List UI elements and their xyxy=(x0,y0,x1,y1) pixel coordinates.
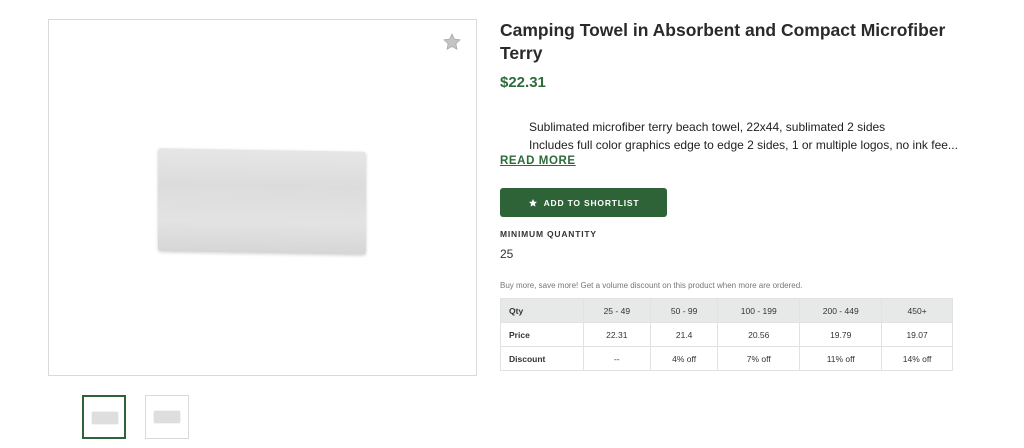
favorite-star-icon[interactable] xyxy=(442,32,462,52)
table-cell: 14% off xyxy=(881,346,953,371)
table-cell: 19.07 xyxy=(881,322,953,347)
table-cell: 21.4 xyxy=(649,322,719,347)
table-cell: 4% off xyxy=(649,346,719,371)
minimum-quantity-value: 25 xyxy=(500,247,514,261)
thumbnail-1-image xyxy=(92,412,118,424)
thumbnail-1[interactable] xyxy=(82,395,126,439)
table-header-cell: 450+ xyxy=(881,298,953,323)
star-icon xyxy=(528,198,537,207)
table-cell: 22.31 xyxy=(582,322,651,347)
table-cell: 7% off xyxy=(717,346,801,371)
product-title: Camping Towel in Absorbent and Compact M… xyxy=(500,20,946,63)
table-cell: 19.79 xyxy=(799,322,883,347)
towel-product-photo xyxy=(158,148,366,255)
thumbnail-2-image xyxy=(154,411,180,423)
table-header-cell: 100 - 199 xyxy=(717,298,801,323)
table-header-cell: 200 - 449 xyxy=(799,298,883,323)
table-cell: 20.56 xyxy=(717,322,801,347)
add-to-shortlist-button[interactable]: ADD TO SHORTLIST xyxy=(500,188,667,217)
thumbnail-2[interactable] xyxy=(145,395,189,439)
product-main-image xyxy=(48,19,477,376)
table-row: Discount -- 4% off 7% off 11% off 14% of… xyxy=(500,346,953,371)
table-cell: 11% off xyxy=(799,346,883,371)
table-header-cell: Qty xyxy=(500,298,584,323)
volume-discount-note: Buy more, save more! Get a volume discou… xyxy=(500,281,803,290)
product-price: $22.31 xyxy=(500,74,546,91)
shortlist-button-label: ADD TO SHORTLIST xyxy=(543,197,640,208)
table-cell: Discount xyxy=(500,346,584,371)
read-more-link[interactable]: READ MORE xyxy=(500,155,576,167)
volume-pricing-table: Qty 25 - 49 50 - 99 100 - 199 200 - 449 … xyxy=(500,298,953,371)
table-header-cell: 50 - 99 xyxy=(649,298,719,323)
minimum-quantity-label: MINIMUM QUANTITY xyxy=(500,229,597,239)
table-row: Price 22.31 21.4 20.56 19.79 19.07 xyxy=(500,322,953,347)
bullet-item: Sublimated microfiber terry beach towel,… xyxy=(529,119,999,137)
product-bullets: Sublimated microfiber terry beach towel,… xyxy=(500,119,999,154)
table-header-row: Qty 25 - 49 50 - 99 100 - 199 200 - 449 … xyxy=(500,298,953,323)
bullet-item: Includes full color graphics edge to edg… xyxy=(529,137,999,155)
table-cell: Price xyxy=(500,322,584,347)
table-header-cell: 25 - 49 xyxy=(582,298,651,323)
table-cell: -- xyxy=(582,346,651,371)
